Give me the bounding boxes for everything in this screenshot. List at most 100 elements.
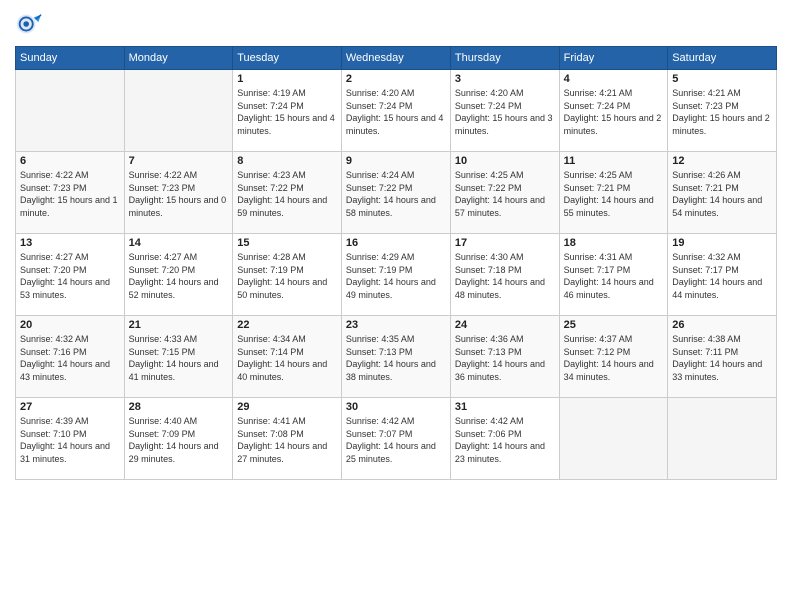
- day-number: 11: [564, 155, 664, 167]
- calendar-cell: 19 Sunrise: 4:32 AM Sunset: 7:17 PM Dayli…: [668, 234, 777, 316]
- day-number: 15: [237, 237, 337, 249]
- calendar-cell: 13 Sunrise: 4:27 AM Sunset: 7:20 PM Dayli…: [16, 234, 125, 316]
- day-info: Sunrise: 4:26 AM Sunset: 7:21 PM Dayligh…: [672, 169, 772, 219]
- day-info: Sunrise: 4:29 AM Sunset: 7:19 PM Dayligh…: [346, 251, 446, 301]
- day-number: 16: [346, 237, 446, 249]
- day-number: 5: [672, 73, 772, 85]
- day-info: Sunrise: 4:34 AM Sunset: 7:14 PM Dayligh…: [237, 333, 337, 383]
- day-number: 14: [129, 237, 229, 249]
- day-number: 24: [455, 319, 555, 331]
- day-info: Sunrise: 4:28 AM Sunset: 7:19 PM Dayligh…: [237, 251, 337, 301]
- day-number: 6: [20, 155, 120, 167]
- day-number: 9: [346, 155, 446, 167]
- day-info: Sunrise: 4:32 AM Sunset: 7:17 PM Dayligh…: [672, 251, 772, 301]
- weekday-header: Monday: [124, 47, 233, 70]
- day-number: 21: [129, 319, 229, 331]
- day-info: Sunrise: 4:24 AM Sunset: 7:22 PM Dayligh…: [346, 169, 446, 219]
- day-info: Sunrise: 4:42 AM Sunset: 7:07 PM Dayligh…: [346, 415, 446, 465]
- day-number: 26: [672, 319, 772, 331]
- day-number: 1: [237, 73, 337, 85]
- day-number: 13: [20, 237, 120, 249]
- day-number: 27: [20, 401, 120, 413]
- logo-icon: [15, 10, 43, 38]
- calendar-cell: 21 Sunrise: 4:33 AM Sunset: 7:15 PM Dayli…: [124, 316, 233, 398]
- calendar-week-row: 1Sunrise: 4:19 AM Sunset: 7:24 PM Daylig…: [16, 70, 777, 152]
- day-number: 23: [346, 319, 446, 331]
- day-number: 10: [455, 155, 555, 167]
- day-number: 8: [237, 155, 337, 167]
- logo: [15, 10, 45, 38]
- day-info: Sunrise: 4:25 AM Sunset: 7:22 PM Dayligh…: [455, 169, 555, 219]
- day-info: Sunrise: 4:23 AM Sunset: 7:22 PM Dayligh…: [237, 169, 337, 219]
- weekday-header: Saturday: [668, 47, 777, 70]
- weekday-header: Tuesday: [233, 47, 342, 70]
- calendar-cell: 18Sunrise: 4:31 AM Sunset: 7:17 PM Dayli…: [559, 234, 668, 316]
- calendar-table: SundayMondayTuesdayWednesdayThursdayFrid…: [15, 46, 777, 480]
- day-number: 4: [564, 73, 664, 85]
- day-info: Sunrise: 4:30 AM Sunset: 7:18 PM Dayligh…: [455, 251, 555, 301]
- calendar-cell: 6Sunrise: 4:22 AM Sunset: 7:23 PM Daylig…: [16, 152, 125, 234]
- day-number: 28: [129, 401, 229, 413]
- day-number: 30: [346, 401, 446, 413]
- day-info: Sunrise: 4:25 AM Sunset: 7:21 PM Dayligh…: [564, 169, 664, 219]
- calendar-cell: 7Sunrise: 4:22 AM Sunset: 7:23 PM Daylig…: [124, 152, 233, 234]
- weekday-header: Wednesday: [341, 47, 450, 70]
- day-info: Sunrise: 4:38 AM Sunset: 7:11 PM Dayligh…: [672, 333, 772, 383]
- calendar-cell: 22 Sunrise: 4:34 AM Sunset: 7:14 PM Dayli…: [233, 316, 342, 398]
- day-info: Sunrise: 4:42 AM Sunset: 7:06 PM Dayligh…: [455, 415, 555, 465]
- calendar-cell: 29Sunrise: 4:41 AM Sunset: 7:08 PM Dayli…: [233, 398, 342, 480]
- calendar-cell: 14 Sunrise: 4:27 AM Sunset: 7:20 PM Dayli…: [124, 234, 233, 316]
- calendar-cell: 15 Sunrise: 4:28 AM Sunset: 7:19 PM Dayli…: [233, 234, 342, 316]
- day-info: Sunrise: 4:20 AM Sunset: 7:24 PM Dayligh…: [455, 87, 555, 137]
- calendar-cell: 9 Sunrise: 4:24 AM Sunset: 7:22 PM Daylig…: [341, 152, 450, 234]
- day-number: 31: [455, 401, 555, 413]
- day-info: Sunrise: 4:37 AM Sunset: 7:12 PM Dayligh…: [564, 333, 664, 383]
- day-number: 17: [455, 237, 555, 249]
- weekday-header-row: SundayMondayTuesdayWednesdayThursdayFrid…: [16, 47, 777, 70]
- calendar-cell: 31 Sunrise: 4:42 AM Sunset: 7:06 PM Dayli…: [450, 398, 559, 480]
- calendar-week-row: 6 Sunrise: 4:22 AM Sunset: 7:23 PM Daylig…: [16, 152, 777, 234]
- day-info: Sunrise: 4:21 AM Sunset: 7:23 PM Dayligh…: [672, 87, 772, 137]
- calendar-cell: [559, 398, 668, 480]
- day-number: 22: [237, 319, 337, 331]
- calendar-cell: 26 Sunrise: 4:38 AM Sunset: 7:11 PM Dayli…: [668, 316, 777, 398]
- calendar-cell: 25 Sunrise: 4:37 AM Sunset: 7:12 PM Dayli…: [559, 316, 668, 398]
- day-info: Sunrise: 4:32 AM Sunset: 7:16 PM Dayligh…: [20, 333, 120, 383]
- calendar-cell: 1Sunrise: 4:19 AM Sunset: 7:24 PM Daylig…: [233, 70, 342, 152]
- calendar-cell: 16 Sunrise: 4:29 AM Sunset: 7:19 PM Dayli…: [341, 234, 450, 316]
- header: [15, 10, 777, 38]
- day-info: Sunrise: 4:41 AM Sunset: 7:08 PM Dayligh…: [237, 415, 337, 465]
- calendar-cell: 2 Sunrise: 4:20 AM Sunset: 7:24 PM Daylig…: [341, 70, 450, 152]
- day-number: 2: [346, 73, 446, 85]
- day-info: Sunrise: 4:31 AM Sunset: 7:17 PM Dayligh…: [564, 251, 664, 301]
- day-number: 25: [564, 319, 664, 331]
- day-number: 19: [672, 237, 772, 249]
- calendar-cell: [124, 70, 233, 152]
- day-number: 20: [20, 319, 120, 331]
- calendar-cell: 27 Sunrise: 4:39 AM Sunset: 7:10 PM Dayli…: [16, 398, 125, 480]
- calendar-week-row: 13 Sunrise: 4:27 AM Sunset: 7:20 PM Dayli…: [16, 234, 777, 316]
- day-info: Sunrise: 4:20 AM Sunset: 7:24 PM Dayligh…: [346, 87, 446, 137]
- day-info: Sunrise: 4:22 AM Sunset: 7:23 PM Dayligh…: [129, 169, 229, 219]
- day-info: Sunrise: 4:39 AM Sunset: 7:10 PM Dayligh…: [20, 415, 120, 465]
- day-info: Sunrise: 4:27 AM Sunset: 7:20 PM Dayligh…: [129, 251, 229, 301]
- calendar-cell: 23 Sunrise: 4:35 AM Sunset: 7:13 PM Dayli…: [341, 316, 450, 398]
- calendar-cell: 11 Sunrise: 4:25 AM Sunset: 7:21 PM Dayli…: [559, 152, 668, 234]
- calendar-cell: 10 Sunrise: 4:25 AM Sunset: 7:22 PM Dayli…: [450, 152, 559, 234]
- weekday-header: Friday: [559, 47, 668, 70]
- day-info: Sunrise: 4:35 AM Sunset: 7:13 PM Dayligh…: [346, 333, 446, 383]
- day-info: Sunrise: 4:27 AM Sunset: 7:20 PM Dayligh…: [20, 251, 120, 301]
- day-info: Sunrise: 4:33 AM Sunset: 7:15 PM Dayligh…: [129, 333, 229, 383]
- calendar-cell: 3Sunrise: 4:20 AM Sunset: 7:24 PM Daylig…: [450, 70, 559, 152]
- day-info: Sunrise: 4:36 AM Sunset: 7:13 PM Dayligh…: [455, 333, 555, 383]
- day-info: Sunrise: 4:21 AM Sunset: 7:24 PM Dayligh…: [564, 87, 664, 137]
- calendar-cell: 5 Sunrise: 4:21 AM Sunset: 7:23 PM Daylig…: [668, 70, 777, 152]
- calendar-cell: 28 Sunrise: 4:40 AM Sunset: 7:09 PM Dayli…: [124, 398, 233, 480]
- weekday-header: Sunday: [16, 47, 125, 70]
- day-info: Sunrise: 4:40 AM Sunset: 7:09 PM Dayligh…: [129, 415, 229, 465]
- calendar-week-row: 27 Sunrise: 4:39 AM Sunset: 7:10 PM Dayli…: [16, 398, 777, 480]
- calendar-page: SundayMondayTuesdayWednesdayThursdayFrid…: [0, 0, 792, 612]
- calendar-week-row: 20 Sunrise: 4:32 AM Sunset: 7:16 PM Dayli…: [16, 316, 777, 398]
- calendar-cell: 24 Sunrise: 4:36 AM Sunset: 7:13 PM Dayli…: [450, 316, 559, 398]
- calendar-cell: 8 Sunrise: 4:23 AM Sunset: 7:22 PM Daylig…: [233, 152, 342, 234]
